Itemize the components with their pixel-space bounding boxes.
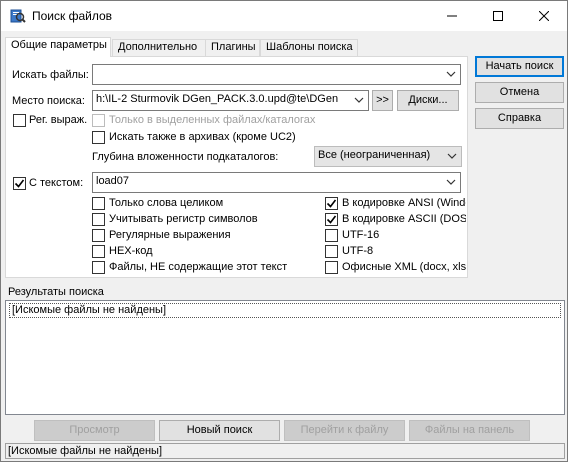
with-text-combo[interactable]: load07: [92, 172, 461, 193]
not-containing-label: Файлы, НЕ содержащие этот текст: [109, 261, 288, 273]
tab-general[interactable]: Общие параметры: [5, 37, 111, 57]
regex-text-label: Регулярные выражения: [109, 229, 231, 241]
hex-label: HEX-код: [109, 245, 153, 257]
new-search-button[interactable]: Новый поиск: [159, 420, 280, 441]
office-xml-checkbox[interactable]: [325, 261, 338, 274]
not-containing-checkbox[interactable]: [92, 261, 105, 274]
list-item[interactable]: [Искомые файлы не найдены]: [9, 303, 561, 318]
close-button[interactable]: [521, 1, 567, 31]
browse-button[interactable]: >>: [372, 90, 393, 111]
window-title: Поиск файлов: [32, 9, 113, 23]
to-panel-button[interactable]: Файлы на панель: [409, 420, 530, 441]
hex-checkbox[interactable]: [92, 245, 105, 258]
regex-text-checkbox[interactable]: [92, 229, 105, 242]
search-archives-label: Искать также в архивах (кроме UC2): [109, 131, 296, 143]
with-text-value: load07: [96, 175, 130, 187]
location-label: Место поиска:: [12, 95, 85, 107]
ascii-checkbox[interactable]: [325, 213, 338, 226]
chevron-down-icon: [446, 71, 456, 77]
minimize-icon: [447, 15, 457, 17]
title-bar[interactable]: Поиск файлов: [1, 1, 567, 31]
cancel-button[interactable]: Отмена: [475, 82, 564, 103]
tab-plugins[interactable]: Плагины: [205, 39, 260, 56]
search-files-combo[interactable]: [92, 64, 461, 85]
tab-advanced[interactable]: Дополнительно: [112, 39, 206, 56]
location-combo[interactable]: h:\IL-2 Sturmovik DGen_PACK.3.0.upd@te\D…: [92, 90, 369, 111]
minimize-button[interactable]: [429, 1, 475, 31]
utf16-checkbox[interactable]: [325, 229, 338, 242]
utf8-checkbox[interactable]: [325, 245, 338, 258]
with-text-label: С текстом:: [29, 177, 84, 189]
results-label: Результаты поиска: [8, 286, 104, 298]
results-list[interactable]: [Искомые файлы не найдены]: [5, 300, 565, 415]
help-button[interactable]: Справка: [475, 108, 564, 129]
start-search-button[interactable]: Начать поиск: [475, 56, 564, 77]
checkmark-icon: [326, 199, 337, 208]
whole-words-checkbox[interactable]: [92, 197, 105, 210]
depth-value: Все (неограниченная): [318, 149, 431, 161]
only-selected-checkbox[interactable]: [92, 114, 105, 127]
tab-templates[interactable]: Шаблоны поиска: [260, 39, 358, 56]
search-files-label: Искать файлы:: [12, 69, 89, 81]
regex-label: Рег. выраж.: [29, 114, 88, 126]
ansi-checkbox[interactable]: [325, 197, 338, 210]
chevron-down-icon: [354, 97, 364, 103]
chevron-down-icon: [446, 179, 456, 185]
utf16-label: UTF-16: [342, 229, 380, 241]
view-button[interactable]: Просмотр: [34, 420, 155, 441]
with-text-checkbox[interactable]: [13, 177, 26, 190]
depth-combo[interactable]: Все (неограниченная): [314, 146, 462, 167]
ascii-label: В кодировке ASCII (DOS): [342, 213, 466, 225]
maximize-icon: [493, 11, 503, 21]
maximize-button[interactable]: [475, 1, 521, 31]
regex-checkbox[interactable]: [13, 114, 26, 127]
utf8-label: UTF-8: [342, 245, 374, 257]
ansi-label: В кодировке ANSI (Windo: [342, 197, 466, 209]
search-archives-checkbox[interactable]: [92, 131, 105, 144]
goto-file-button[interactable]: Перейти к файлу: [284, 420, 405, 441]
whole-words-label: Только слова целиком: [109, 197, 224, 209]
search-files-window: Поиск файлов Общие параметры Дополнитель…: [0, 0, 568, 462]
match-case-checkbox[interactable]: [92, 213, 105, 226]
drives-button[interactable]: Диски...: [397, 90, 459, 111]
only-selected-label: Только в выделенных файлах/каталогах: [109, 114, 316, 126]
app-icon: [10, 8, 26, 24]
office-xml-label: Офисные XML (docx, xlsx: [342, 261, 466, 273]
close-icon: [539, 11, 549, 21]
checkmark-icon: [326, 215, 337, 224]
chevron-down-icon: [447, 153, 457, 159]
checkmark-icon: [14, 179, 25, 188]
depth-label: Глубина вложенности подкаталогов:: [92, 151, 279, 163]
status-bar: [Искомые файлы не найдены]: [5, 443, 565, 459]
match-case-label: Учитывать регистр символов: [109, 213, 258, 225]
general-tab-panel: Искать файлы: Место поиска: h:\IL-2 Stur…: [5, 56, 468, 278]
location-value: h:\IL-2 Sturmovik DGen_PACK.3.0.upd@te\D…: [96, 93, 339, 105]
